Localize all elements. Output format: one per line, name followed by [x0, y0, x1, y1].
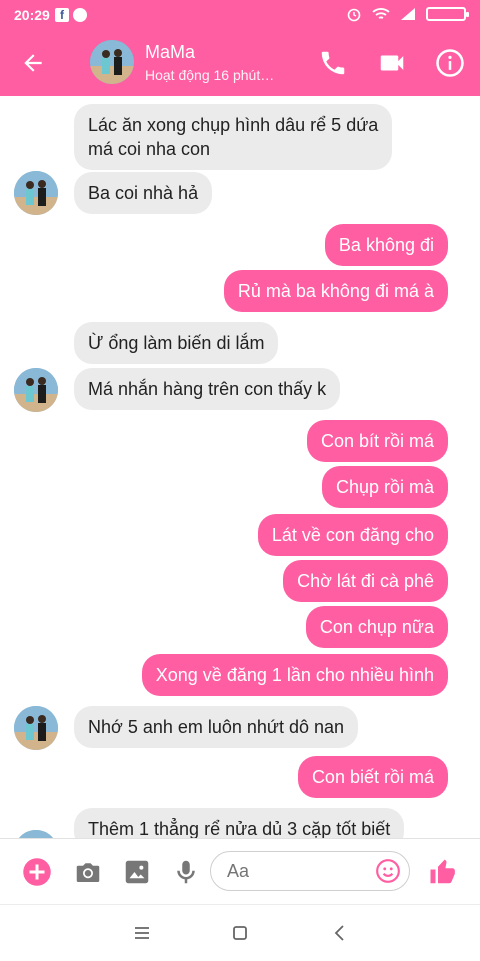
message-list[interactable]: Lác ăn xong chụp hình dâu rể 5 dứa má coi…: [0, 96, 480, 838]
camera-icon[interactable]: [73, 857, 103, 887]
back-nav-icon[interactable]: [329, 922, 351, 944]
message-input-container[interactable]: [210, 851, 410, 891]
message-incoming[interactable]: Má nhắn hàng trên con thấy k: [74, 368, 341, 410]
microphone-icon[interactable]: [171, 857, 201, 887]
message-outgoing[interactable]: Con bít rồi má: [306, 420, 448, 462]
message-incoming[interactable]: Ừ ổng làm biến di lắm: [74, 322, 279, 364]
contact-avatar-small[interactable]: [14, 830, 58, 838]
contact-avatar-small[interactable]: [14, 706, 58, 750]
phone-icon[interactable]: [318, 48, 348, 78]
status-bar: 20:29 f: [0, 0, 480, 30]
emoji-icon[interactable]: [375, 858, 401, 884]
system-nav-bar: [0, 904, 480, 961]
signal-icon: [401, 8, 415, 20]
contact-avatar[interactable]: [90, 40, 134, 84]
message-outgoing[interactable]: Rủ mà ba không đi má à: [223, 270, 448, 312]
activity-status: Hoạt động 16 phút…: [145, 67, 275, 83]
contact-name: MaMa: [145, 42, 196, 62]
status-time: 20:29: [14, 7, 50, 23]
menu-icon[interactable]: [131, 922, 153, 944]
message-incoming[interactable]: Ba coi nhà hả: [74, 172, 213, 214]
message-outgoing[interactable]: Chụp rồi mà: [321, 466, 448, 508]
message-outgoing[interactable]: Lát về con đăng cho: [257, 514, 448, 556]
message-incoming[interactable]: Lác ăn xong chụp hình dâu rể 5 dứa má coi…: [74, 104, 393, 170]
video-call-icon[interactable]: [377, 48, 407, 78]
back-arrow-icon[interactable]: [20, 50, 46, 76]
contact-avatar-small[interactable]: [14, 171, 58, 215]
message-outgoing[interactable]: Chờ lát đi cà phê: [283, 560, 448, 602]
add-icon[interactable]: [22, 857, 52, 887]
message-incoming[interactable]: Nhớ 5 anh em luôn nhứt dô nan: [74, 706, 359, 748]
message-outgoing[interactable]: Xong về đăng 1 lần cho nhiều hình: [141, 654, 448, 696]
message-outgoing[interactable]: Con biết rồi má: [297, 756, 448, 798]
message-outgoing[interactable]: Con chụp nữa: [305, 606, 448, 648]
conversation-header: MaMa Hoạt động 16 phút…: [0, 30, 480, 96]
home-icon[interactable]: [229, 922, 251, 944]
image-icon[interactable]: [122, 857, 152, 887]
contact-avatar-small[interactable]: [14, 368, 58, 412]
alarm-icon: [347, 8, 361, 22]
message-input[interactable]: [225, 860, 369, 883]
message-incoming[interactable]: Thêm 1 thẳng rể nửa dủ 3 cặp tốt biết: [74, 808, 405, 838]
message-composer: [0, 838, 480, 905]
info-icon[interactable]: [435, 48, 465, 78]
battery-icon: [426, 7, 469, 21]
message-outgoing[interactable]: Ba không đi: [324, 224, 448, 266]
facebook-icon: f: [55, 8, 69, 22]
wifi-icon: [372, 8, 390, 19]
status-icons: [346, 6, 469, 22]
messenger-icon: [73, 8, 87, 22]
like-icon[interactable]: [428, 857, 458, 887]
